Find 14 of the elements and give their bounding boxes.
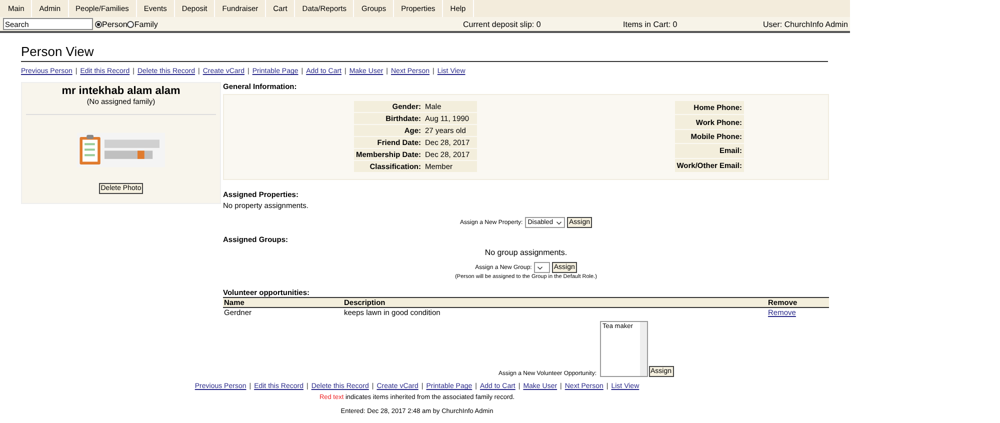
chevron-icon [536,266,543,270]
cart-status: Items in Cart: 0 [623,20,678,28]
empty-message: No group assignments. [484,248,568,257]
radio-button[interactable] [127,20,134,28]
radio-label[interactable]: Person [102,20,128,28]
radio-button[interactable] [95,20,102,28]
radio-label[interactable]: Family [134,20,158,28]
user-status: User: ChurchInfo Admin [763,20,848,28]
person-name: mr intekhab alam alam [62,85,180,97]
scroll-bar [640,322,647,376]
chevron-icon [556,220,562,224]
page-title: Person View [21,44,828,62]
deposit-status: Current deposit slip: 0 [463,20,541,28]
group-dropdown[interactable] [534,262,550,273]
